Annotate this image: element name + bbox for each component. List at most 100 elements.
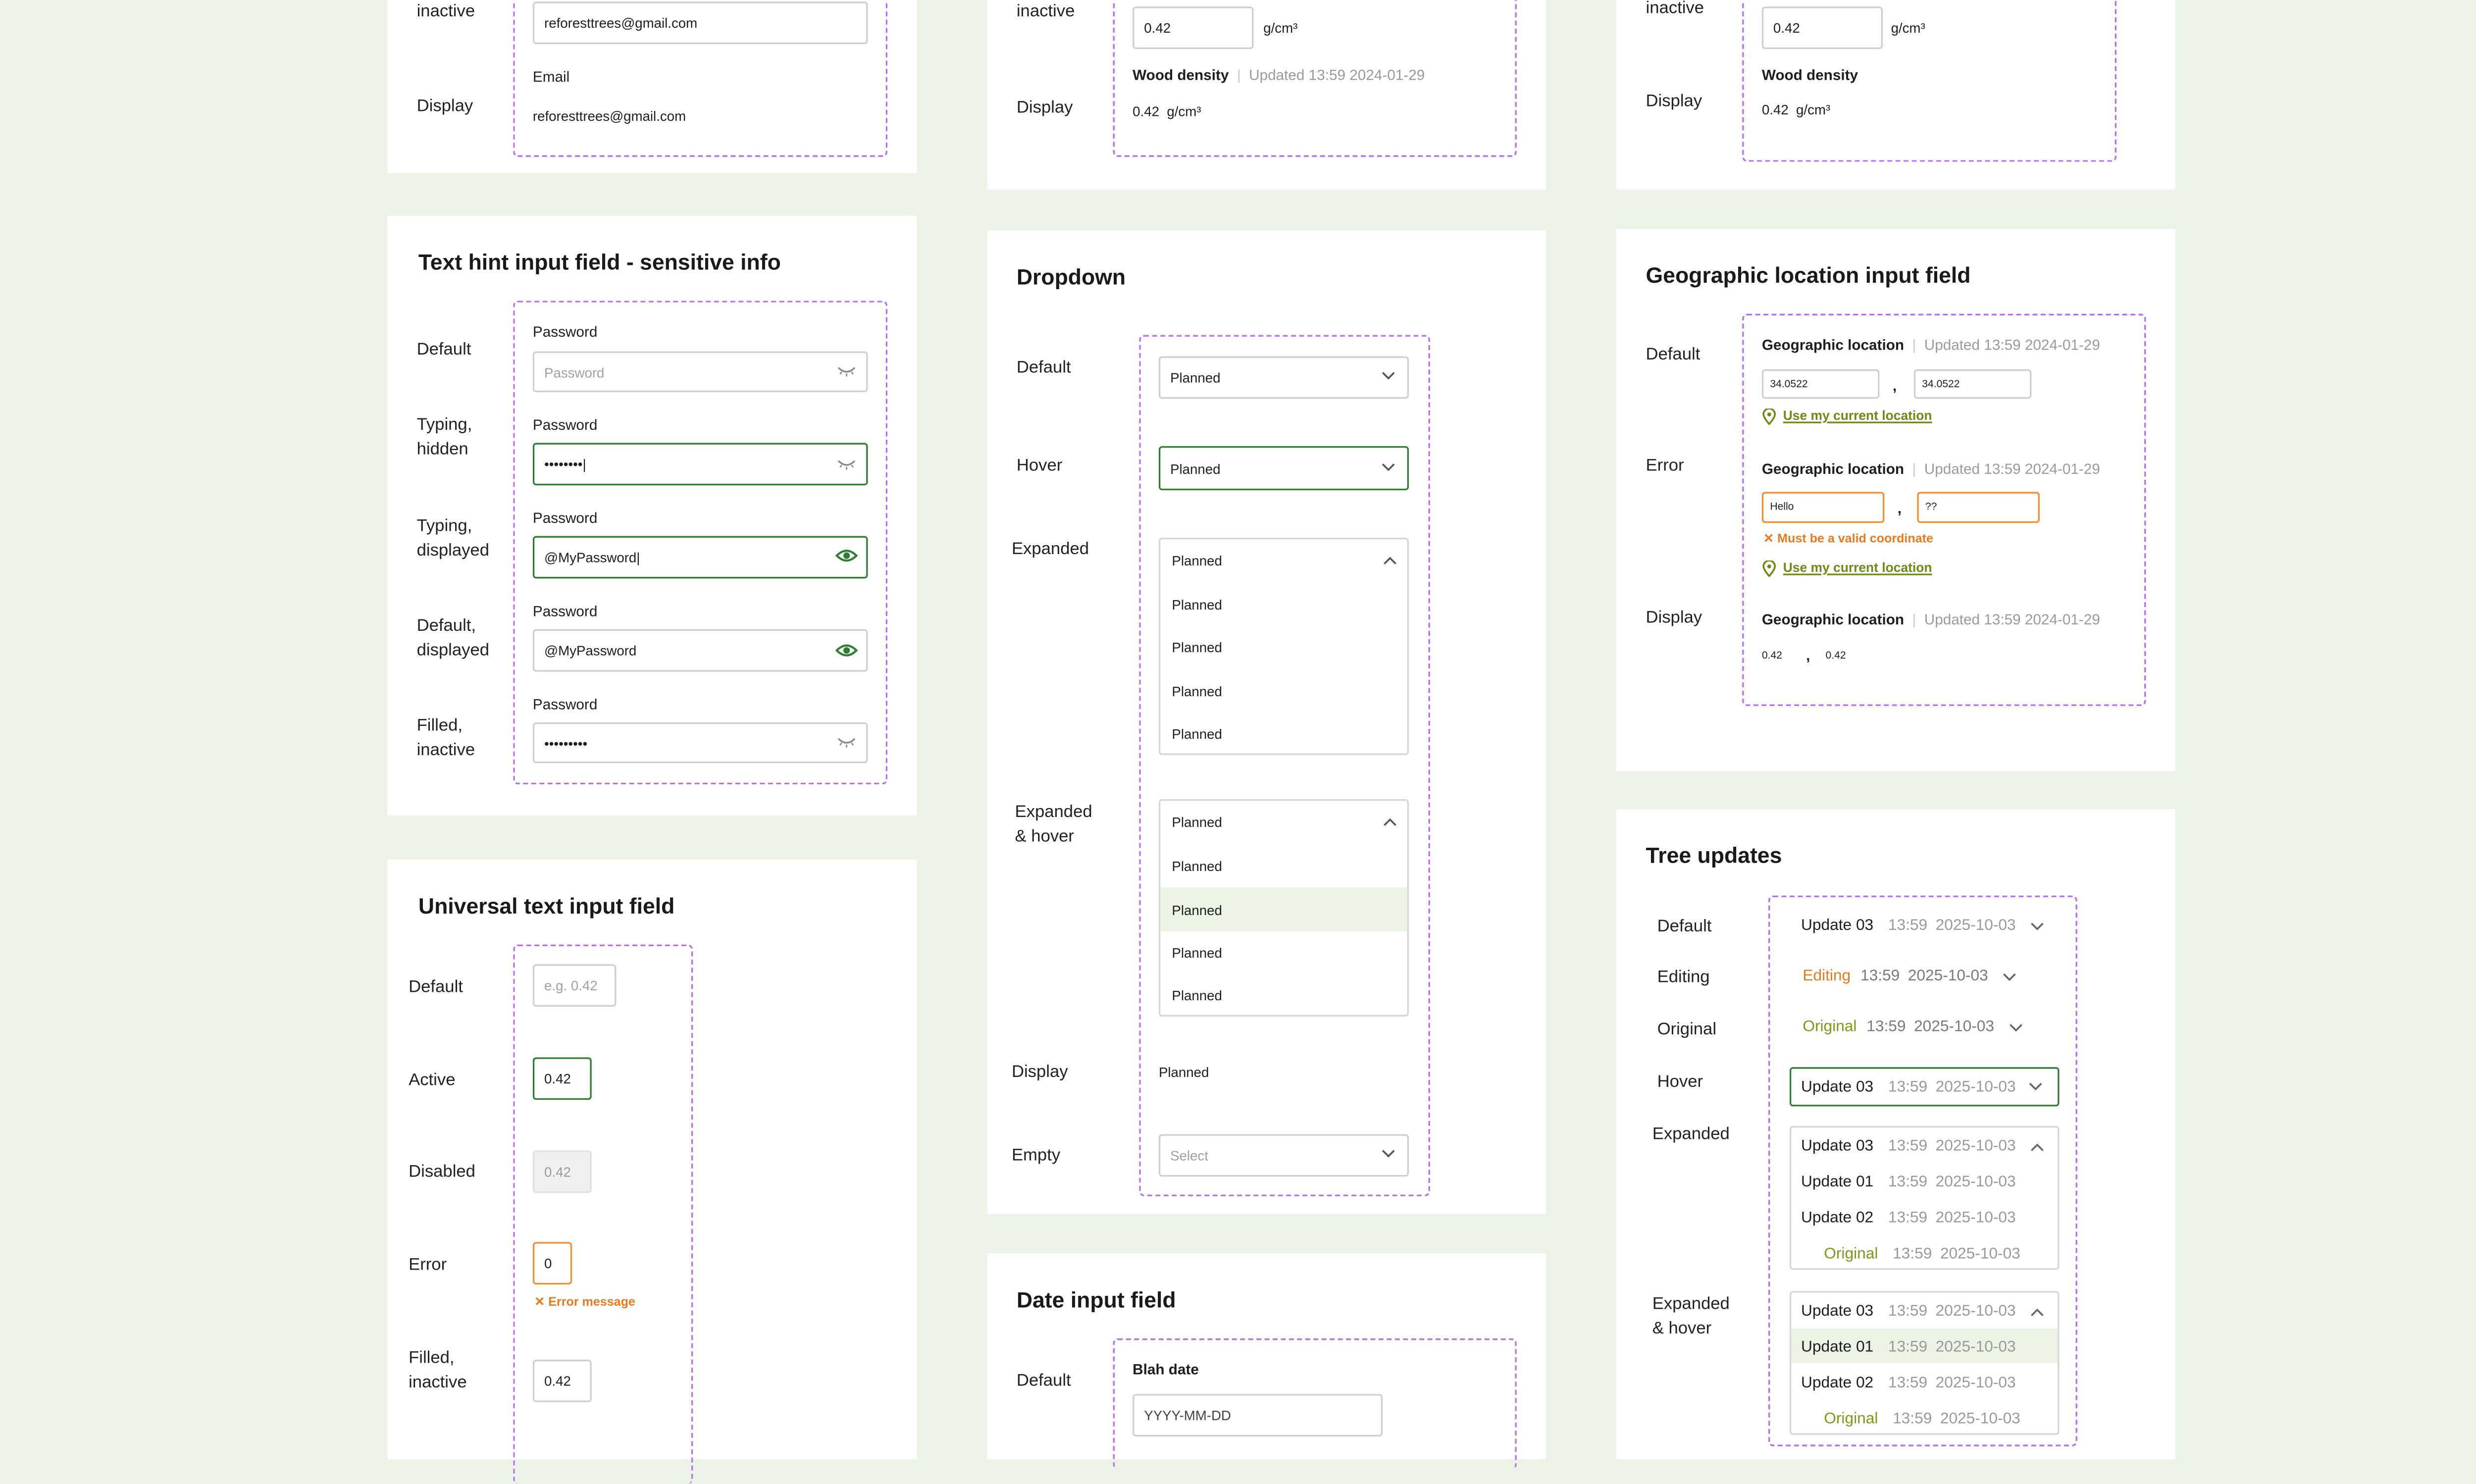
- dropdown-option[interactable]: Planned: [1160, 713, 1407, 755]
- chevron-up-icon: [1383, 556, 1397, 565]
- state-label: Default: [1016, 358, 1071, 378]
- update-option-hovered[interactable]: Update 01 13:59 2025-10-03: [1801, 1338, 2016, 1356]
- card-title: Date input field: [1016, 1287, 1176, 1313]
- state-label: Default: [1016, 1371, 1071, 1391]
- eye-closed-icon[interactable]: [837, 458, 857, 470]
- state-label: Expanded: [1652, 1124, 1730, 1144]
- password-label: Password: [532, 323, 598, 340]
- use-current-location-link[interactable]: Use my current location: [1783, 561, 1932, 575]
- geo-label-row: Geographic location | Updated 13:59 2024-0…: [1761, 611, 2100, 628]
- latitude-input[interactable]: 34.0522: [1761, 369, 1880, 399]
- password-field-filled[interactable]: •••••••••: [532, 722, 868, 764]
- state-label: Display: [1646, 608, 1702, 628]
- chevron-down-icon: [2003, 972, 2017, 981]
- chevron-down-icon: [1381, 462, 1396, 472]
- update-selector-editing[interactable]: Editing 13:59 2025-10-03: [1803, 968, 2017, 985]
- state-label: Editing: [1657, 967, 1710, 987]
- density-unit: g/cm³: [1263, 19, 1298, 36]
- email-field[interactable]: reforesttrees@gmail.com: [532, 1, 868, 45]
- longitude-input-error[interactable]: ??: [1917, 492, 2040, 523]
- password-field-typing-displayed[interactable]: @MyPassword|: [532, 536, 868, 579]
- state-label: Active: [409, 1070, 456, 1090]
- dropdown-option[interactable]: Planned: [1160, 845, 1407, 887]
- state-label: Error: [409, 1255, 447, 1275]
- chevron-up-icon: [2030, 1307, 2045, 1317]
- chevron-down-icon: [2030, 921, 2045, 931]
- email-card: inactive Display reforesttrees@gmail.com…: [387, 0, 917, 173]
- eye-closed-icon[interactable]: [837, 364, 857, 377]
- password-field-typing-hidden[interactable]: ••••••••|: [532, 443, 868, 486]
- state-label: Empty: [1011, 1145, 1061, 1166]
- latitude-input-error[interactable]: Hello: [1761, 492, 1885, 523]
- dropdown-default[interactable]: Planned: [1158, 356, 1409, 399]
- eye-closed-icon[interactable]: [837, 735, 857, 748]
- password-field-displayed[interactable]: @MyPassword: [532, 629, 868, 672]
- dropdown-hover[interactable]: Planned: [1158, 446, 1409, 491]
- dropdown-expanded[interactable]: Planned Planned Planned Planned Planned: [1158, 537, 1409, 755]
- update-selector-original[interactable]: Original 13:59 2025-10-03: [1803, 1018, 2023, 1036]
- dropdown-selected[interactable]: Planned: [1160, 801, 1407, 843]
- longitude-input[interactable]: 34.0522: [1913, 369, 2032, 399]
- update-list-expanded[interactable]: Update 03 13:59 2025-10-03 Update 01 13:59 2…: [1789, 1126, 2060, 1270]
- update-option[interactable]: Update 01 13:59 2025-10-03: [1801, 1174, 2016, 1191]
- density-input[interactable]: 0.42: [1761, 6, 1883, 50]
- geo-label-row: Geographic location | Updated 13:59 2024-0…: [1761, 461, 2100, 477]
- universal-input-filled[interactable]: 0.42: [532, 1359, 592, 1402]
- state-label-display: Display: [416, 96, 473, 116]
- update-option[interactable]: Update 02 13:59 2025-10-03: [1801, 1375, 2016, 1392]
- state-label: Hover: [1016, 456, 1063, 476]
- universal-input-card: Universal text input field Default Activ…: [387, 860, 917, 1484]
- update-option-selected[interactable]: Update 03 13:59 2025-10-03: [1801, 1302, 2045, 1321]
- geo-display-lng: 0.42: [1825, 650, 1846, 662]
- comma-separator: ,: [1805, 647, 1810, 664]
- density-card-b: inactive Display 0.42 g/cm³ Wood density…: [1616, 0, 2175, 190]
- error-message: ✕ Error message: [534, 1294, 635, 1309]
- state-label: Error: [1646, 456, 1684, 476]
- update-option-selected[interactable]: Update 03 13:59 2025-10-03: [1801, 1137, 2045, 1155]
- dropdown-empty[interactable]: Select: [1158, 1134, 1409, 1177]
- eye-open-icon[interactable]: [835, 642, 858, 659]
- date-input[interactable]: YYYY-MM-DD: [1133, 1394, 1383, 1437]
- state-label: Default: [416, 340, 471, 360]
- eye-open-icon[interactable]: [835, 548, 858, 564]
- dropdown-display-value: Planned: [1158, 1064, 1209, 1080]
- email-display-value: reforesttrees@gmail.com: [532, 107, 686, 124]
- universal-input-active[interactable]: 0.42: [532, 1057, 592, 1100]
- universal-input-default[interactable]: e.g. 0.42: [532, 964, 617, 1007]
- use-current-location-link[interactable]: Use my current location: [1783, 409, 1932, 423]
- password-card: Text hint input field - sensitive info D…: [387, 215, 917, 816]
- dropdown-card: Dropdown Default Hover Expanded Expanded…: [987, 230, 1547, 1215]
- tree-updates-card: Tree updates Default Editing Original Ho…: [1616, 809, 2175, 1460]
- geo-display-lat: 0.42: [1761, 650, 1782, 662]
- update-option-original[interactable]: Original 13:59 2025-10-03: [1824, 1410, 2020, 1428]
- password-label: Password: [532, 696, 598, 713]
- update-option[interactable]: Update 02 13:59 2025-10-03: [1801, 1209, 2016, 1227]
- dropdown-selected[interactable]: Planned: [1160, 539, 1407, 582]
- update-option-original[interactable]: Original 13:59 2025-10-03: [1824, 1245, 2020, 1263]
- dropdown-option[interactable]: Planned: [1160, 670, 1407, 713]
- state-label-inactive: inactive: [1016, 1, 1075, 21]
- chevron-down-icon: [2029, 1082, 2044, 1092]
- password-label: Password: [532, 510, 598, 526]
- dropdown-option[interactable]: Planned: [1160, 583, 1407, 626]
- update-list-expanded-hover[interactable]: Update 03 13:59 2025-10-03 Update 01 13:59 2…: [1789, 1291, 2060, 1435]
- chevron-up-icon: [2030, 1141, 2045, 1151]
- dropdown-option-hovered[interactable]: Planned: [1160, 887, 1407, 932]
- density-card-a: inactive Display 0.42 g/cm³ Wood density…: [987, 0, 1547, 190]
- update-selector-default[interactable]: Update 03 13:59 2025-10-03: [1801, 917, 2045, 935]
- state-label-inactive: inactive: [1646, 0, 1704, 18]
- dropdown-option[interactable]: Planned: [1160, 974, 1407, 1017]
- card-title: Dropdown: [1016, 264, 1126, 290]
- location-pin-icon: [1762, 409, 1777, 425]
- universal-input-disabled: 0.42: [532, 1150, 592, 1193]
- state-label-display: Display: [1646, 91, 1702, 111]
- update-selector-hover[interactable]: Update 03 13:59 2025-10-03: [1789, 1067, 2060, 1107]
- chevron-up-icon: [1383, 817, 1397, 827]
- dropdown-option[interactable]: Planned: [1160, 626, 1407, 668]
- universal-input-error[interactable]: 0: [532, 1242, 572, 1285]
- dropdown-option[interactable]: Planned: [1160, 931, 1407, 974]
- density-input[interactable]: 0.42: [1133, 6, 1254, 50]
- state-label: Filled, inactive: [409, 1348, 467, 1392]
- password-field-default[interactable]: Password: [532, 351, 868, 393]
- dropdown-expanded-hover[interactable]: Planned Planned Planned Planned Planned: [1158, 799, 1409, 1017]
